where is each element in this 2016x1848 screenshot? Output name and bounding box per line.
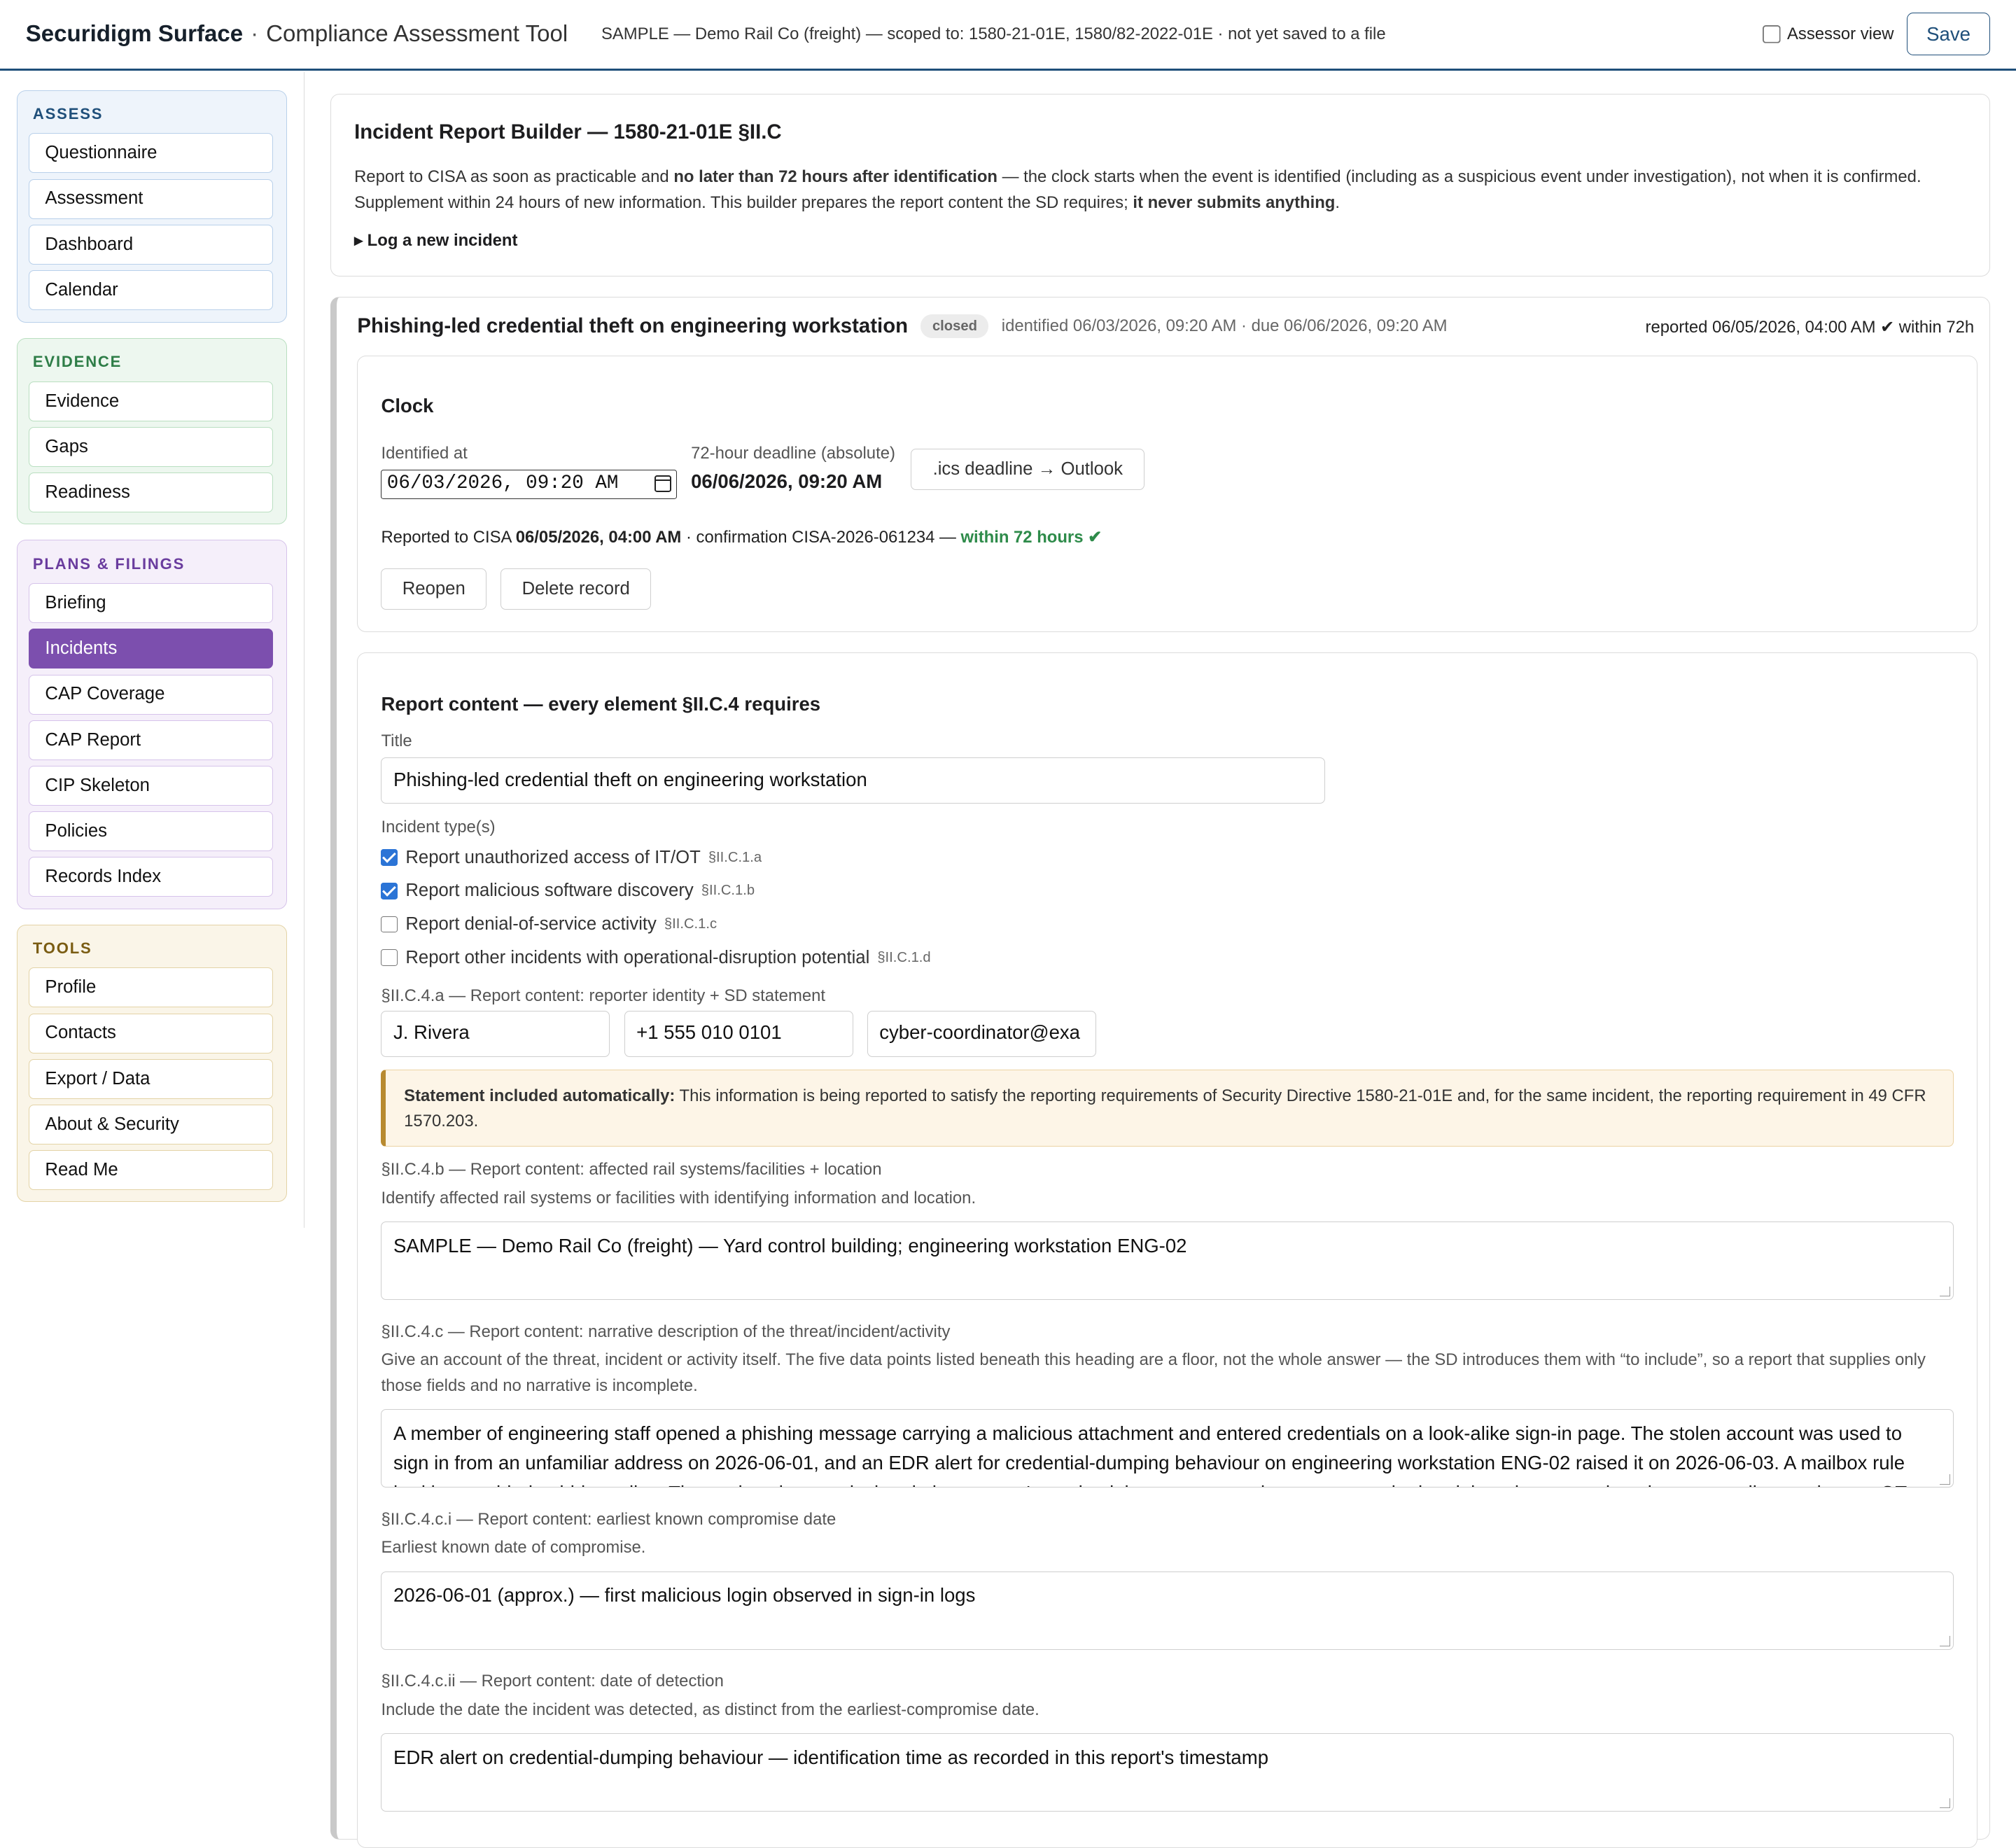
incident-meta: identified 06/03/2026, 09:20 AM · due 06… bbox=[1001, 316, 1448, 336]
assessor-view-checkbox[interactable] bbox=[1763, 24, 1781, 43]
scope-text: SAMPLE — Demo Rail Co (freight) — scoped… bbox=[601, 24, 1386, 43]
builder-title: Incident Report Builder — 1580-21-01E §I… bbox=[354, 120, 782, 144]
sidebar: ASSESS Questionnaire Assessment Dashboar… bbox=[0, 71, 305, 1228]
type-denial-of-service[interactable]: Report denial-of-service activity §II.C.… bbox=[381, 914, 717, 934]
log-new-incident-toggle[interactable]: ▸ Log a new incident bbox=[354, 230, 1966, 251]
incident-header: Phishing-led credential theft on enginee… bbox=[357, 314, 1448, 339]
assessor-view-toggle[interactable]: Assessor view bbox=[1763, 24, 1893, 44]
nav-group-plans: PLANS & FILINGS Briefing Incidents CAP C… bbox=[16, 540, 287, 909]
affected-systems-textarea[interactable]: SAMPLE — Demo Rail Co (freight) — Yard c… bbox=[381, 1222, 1954, 1301]
app-subtitle: Compliance Assessment Tool bbox=[266, 21, 568, 47]
nav-contacts[interactable]: Contacts bbox=[29, 1013, 274, 1054]
section-c-hint: Give an account of the threat, incident … bbox=[381, 1350, 1926, 1395]
nav-cap-report[interactable]: CAP Report bbox=[29, 720, 274, 760]
reporter-email-input[interactable]: cyber-coordinator@exa bbox=[867, 1010, 1096, 1057]
reporter-name-input[interactable]: J. Rivera bbox=[381, 1010, 610, 1057]
nav-gaps[interactable]: Gaps bbox=[29, 427, 274, 468]
nav-policies[interactable]: Policies bbox=[29, 811, 274, 852]
type-other-incidents[interactable]: Report other incidents with operational-… bbox=[381, 948, 931, 968]
incident-card: Phishing-led credential theft on enginee… bbox=[330, 297, 1991, 1848]
resize-handle[interactable] bbox=[1940, 1286, 1951, 1297]
clock-section: Clock Identified at 06/03/2026, 09:20 AM… bbox=[357, 355, 1977, 632]
nav-group-evidence: EVIDENCE Evidence Gaps Readiness bbox=[16, 338, 287, 525]
nav-evidence[interactable]: Evidence bbox=[29, 381, 274, 421]
narrative-textarea[interactable]: A member of engineering staff opened a p… bbox=[381, 1409, 1954, 1488]
section-cii-hint: Include the date the incident was detect… bbox=[381, 1700, 1040, 1719]
checkbox-unchecked[interactable] bbox=[381, 949, 398, 967]
deadline-label: 72-hour deadline (absolute) bbox=[691, 443, 895, 463]
nav-calendar[interactable]: Calendar bbox=[29, 270, 274, 310]
reporter-phone-input[interactable]: +1 555 010 0101 bbox=[624, 1010, 853, 1057]
sd-statement-note: Statement included automatically: This i… bbox=[381, 1070, 1954, 1147]
checkbox-checked[interactable] bbox=[381, 882, 398, 899]
nav-group-title: ASSESS bbox=[32, 104, 104, 122]
reporter-label: §II.C.4.a — Report content: reporter ide… bbox=[381, 986, 826, 1005]
resize-handle[interactable] bbox=[1940, 1474, 1951, 1485]
section-ci-label: §II.C.4.c.i — Report content: earliest k… bbox=[381, 1509, 836, 1529]
nav-about-security[interactable]: About & Security bbox=[29, 1105, 274, 1144]
type-malicious-software[interactable]: Report malicious software discovery §II.… bbox=[381, 881, 755, 901]
section-b-hint: Identify affected rail systems or facili… bbox=[381, 1188, 976, 1208]
nav-read-me[interactable]: Read Me bbox=[29, 1150, 274, 1191]
checkbox-checked[interactable] bbox=[381, 849, 398, 866]
report-content-title: Report content — every element §II.C.4 r… bbox=[381, 693, 821, 715]
builder-description: Report to CISA as soon as practicable an… bbox=[354, 167, 1921, 212]
status-badge: closed bbox=[920, 314, 989, 339]
nav-profile[interactable]: Profile bbox=[29, 967, 274, 1008]
section-cii-label: §II.C.4.c.ii — Report content: date of d… bbox=[381, 1672, 724, 1691]
section-b-label: §II.C.4.b — Report content: affected rai… bbox=[381, 1160, 882, 1180]
nav-records-index[interactable]: Records Index bbox=[29, 857, 274, 897]
ics-deadline-button[interactable]: .ics deadline → Outlook bbox=[911, 449, 1145, 490]
nav-cip-skeleton[interactable]: CIP Skeleton bbox=[29, 766, 274, 806]
assessor-view-label: Assessor view bbox=[1787, 24, 1894, 43]
section-c-label: §II.C.4.c — Report content: narrative de… bbox=[381, 1322, 951, 1341]
app-brand: Securidigm Surface bbox=[25, 21, 244, 47]
nav-group-title: TOOLS bbox=[32, 939, 92, 957]
top-actions: Assessor view Save bbox=[1763, 13, 1991, 55]
title-label: Title bbox=[381, 732, 412, 751]
top-bar: Securidigm Surface · Compliance Assessme… bbox=[0, 0, 2016, 71]
nav-group-assess: ASSESS Questionnaire Assessment Dashboar… bbox=[16, 90, 287, 323]
identified-at-input[interactable]: 06/03/2026, 09:20 AM bbox=[381, 469, 677, 499]
identified-at-label: Identified at bbox=[381, 443, 468, 463]
nav-questionnaire[interactable]: Questionnaire bbox=[29, 133, 274, 174]
checkbox-unchecked[interactable] bbox=[381, 916, 398, 933]
calendar-icon[interactable] bbox=[654, 475, 671, 492]
incident-report-builder: Incident Report Builder — 1580-21-01E §I… bbox=[330, 94, 1991, 276]
nav-assessment[interactable]: Assessment bbox=[29, 178, 274, 219]
incident-title: Phishing-led credential theft on enginee… bbox=[357, 314, 909, 338]
nav-group-tools: TOOLS Profile Contacts Export / Data Abo… bbox=[16, 924, 287, 1203]
resize-handle[interactable] bbox=[1940, 1636, 1951, 1646]
nav-incidents[interactable]: Incidents bbox=[29, 629, 274, 669]
incident-reported-status: reported 06/05/2026, 04:00 AM ✔ within 7… bbox=[1645, 317, 1975, 337]
detection-date-textarea[interactable]: EDR alert on credential-dumping behaviou… bbox=[381, 1733, 1954, 1812]
nav-dashboard[interactable]: Dashboard bbox=[29, 224, 274, 265]
incident-types-label: Incident type(s) bbox=[381, 818, 496, 837]
clock-title: Clock bbox=[381, 395, 434, 416]
delete-record-button[interactable]: Delete record bbox=[500, 568, 652, 610]
nav-cap-coverage[interactable]: CAP Coverage bbox=[29, 674, 274, 715]
reopen-button[interactable]: Reopen bbox=[381, 568, 487, 610]
nav-group-title: PLANS & FILINGS bbox=[32, 554, 186, 573]
nav-readiness[interactable]: Readiness bbox=[29, 472, 274, 513]
nav-group-title: EVIDENCE bbox=[32, 353, 122, 371]
earliest-compromise-textarea[interactable]: 2026-06-01 (approx.) — first malicious l… bbox=[381, 1571, 1954, 1650]
deadline-value: 06/06/2026, 09:20 AM bbox=[691, 470, 883, 493]
title-input[interactable]: Phishing-led credential theft on enginee… bbox=[381, 757, 1325, 804]
brand-separator: · bbox=[251, 21, 259, 47]
resize-handle[interactable] bbox=[1940, 1798, 1951, 1809]
report-content-section: Report content — every element §II.C.4 r… bbox=[357, 652, 1977, 1848]
reported-to-cisa: Reported to CISA 06/05/2026, 04:00 AM · … bbox=[381, 528, 1102, 547]
save-button[interactable]: Save bbox=[1906, 13, 1991, 55]
section-ci-hint: Earliest known date of compromise. bbox=[381, 1538, 646, 1558]
type-unauthorized-access[interactable]: Report unauthorized access of IT/OT §II.… bbox=[381, 848, 762, 868]
nav-export-data[interactable]: Export / Data bbox=[29, 1058, 274, 1099]
nav-briefing[interactable]: Briefing bbox=[29, 583, 274, 624]
